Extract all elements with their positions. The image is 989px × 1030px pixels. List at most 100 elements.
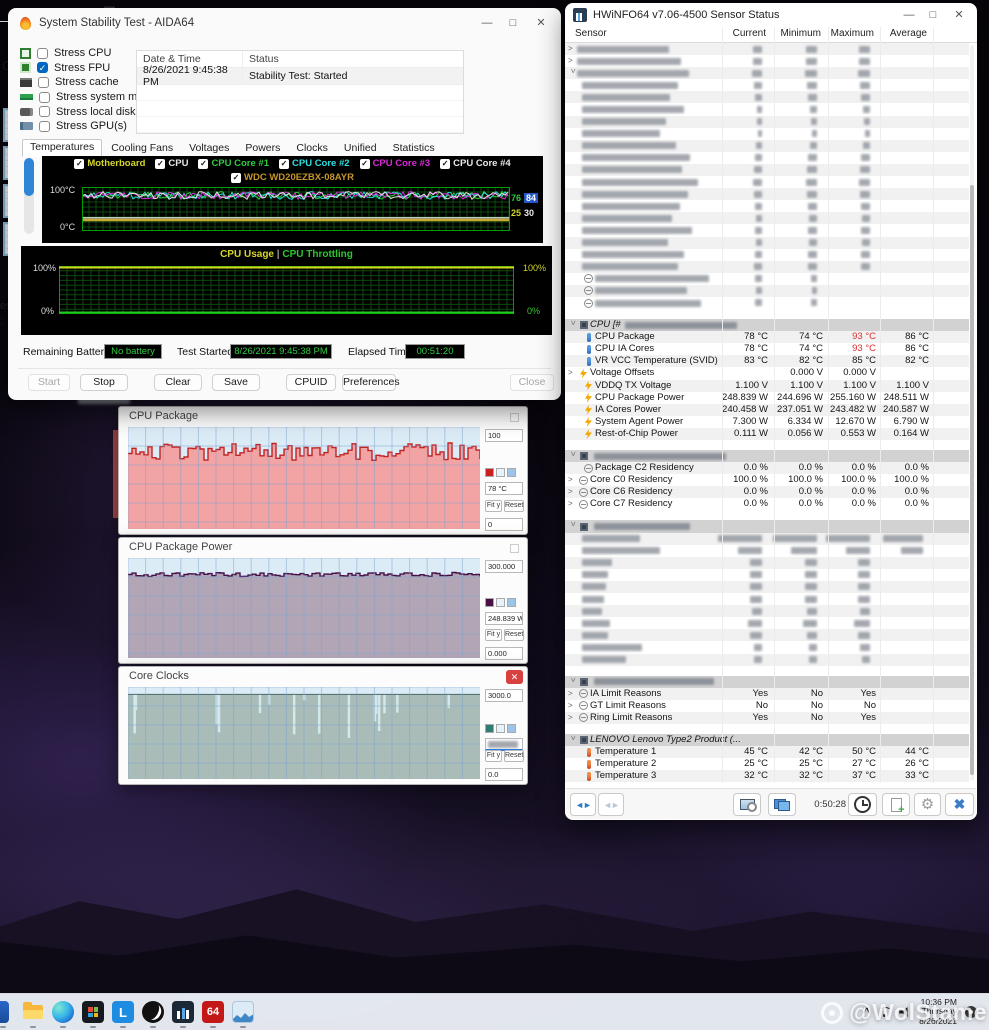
close-button[interactable]: ✕: [506, 670, 523, 684]
sensor-row-ia-limit-reasons[interactable]: >IA Limit ReasonsYesNoYes: [565, 688, 969, 700]
sensor-row-redacted[interactable]: >: [565, 43, 969, 55]
save-button[interactable]: Save: [212, 374, 260, 391]
system-summary-button[interactable]: [733, 793, 761, 816]
sensor-row-redacted[interactable]: [565, 249, 969, 261]
history-back-forward-button[interactable]: ◄►: [570, 793, 596, 816]
scrollbar-thumb[interactable]: [24, 158, 34, 196]
col-maximum[interactable]: Maximum: [828, 28, 878, 39]
sensor-row-redacted[interactable]: [565, 128, 969, 140]
tab-unified[interactable]: Unified: [337, 141, 384, 157]
checkbox-stress-cpu[interactable]: [37, 48, 48, 59]
legend-cpu[interactable]: ✓CPU: [155, 158, 188, 169]
taskbar-button-explorer[interactable]: [18, 994, 48, 1030]
sensor-row-redacted[interactable]: [565, 297, 969, 309]
taskbar-button-hwinfo[interactable]: [168, 994, 198, 1030]
sensor-row-redacted[interactable]: [565, 569, 969, 581]
log-row[interactable]: 8/26/2021 9:45:38 PM Stability Test: Sta…: [137, 68, 463, 85]
taskbar-button-aida64[interactable]: 64: [198, 994, 228, 1030]
legend-checkbox[interactable]: ✓: [360, 159, 370, 169]
maximize-button[interactable]: □: [501, 14, 525, 32]
preferences-button[interactable]: Preferences: [342, 374, 396, 391]
taskbar-button-partial[interactable]: [0, 994, 18, 1030]
close-button[interactable]: ✕: [947, 6, 971, 24]
checkbox-stress-fpu[interactable]: ✓: [37, 62, 48, 73]
sensor-row-redacted[interactable]: [565, 79, 969, 91]
sensor-row-redacted[interactable]: [565, 533, 969, 545]
checkbox-stress-cache[interactable]: [38, 77, 49, 88]
taskbar-button-xbox[interactable]: [138, 994, 168, 1030]
legend-checkbox[interactable]: ✓: [440, 159, 450, 169]
expand-arrow-icon[interactable]: >: [568, 43, 577, 55]
sensor-row-redacted[interactable]: [565, 164, 969, 176]
swatch[interactable]: [507, 724, 516, 733]
expand-arrow-icon[interactable]: >: [568, 474, 577, 486]
collapse-arrow-icon[interactable]: >: [566, 677, 578, 686]
legend-checkbox[interactable]: ✓: [155, 159, 165, 169]
taskbar-button-edge[interactable]: [48, 994, 78, 1030]
collapse-arrow-icon[interactable]: >: [566, 452, 578, 461]
sensor-row-redacted[interactable]: [565, 617, 969, 629]
clear-button[interactable]: Clear: [154, 374, 202, 391]
sensor-row-vddq-tx-voltage[interactable]: VDDQ TX Voltage1.100 V1.100 V1.100 V1.10…: [565, 380, 969, 392]
sensor-row-redacted[interactable]: [565, 261, 969, 273]
report-button[interactable]: [882, 793, 910, 816]
fit-y-button[interactable]: Fit y: [485, 629, 502, 641]
legend-checkbox[interactable]: ✓: [198, 159, 208, 169]
sensor-row-ia-cores-power[interactable]: IA Cores Power240.458 W237.051 W243.482 …: [565, 404, 969, 416]
sensor-row-redacted[interactable]: [565, 224, 969, 236]
legend-wdc-wd20ezbx-08ayr[interactable]: ✓WDC WD20EZBX-08AYR: [231, 172, 354, 183]
sensor-row-vr-vcc-temperature-svid[interactable]: VR VCC Temperature (SVID)83 °C82 °C85 °C…: [565, 355, 969, 367]
taskbar-button-store[interactable]: [78, 994, 108, 1030]
col-sensor[interactable]: Sensor: [575, 28, 607, 39]
sensor-row-redacted[interactable]: [565, 176, 969, 188]
tab-clocks[interactable]: Clocks: [289, 141, 335, 157]
sensor-row-redacted[interactable]: [565, 116, 969, 128]
sensor-row-redacted[interactable]: [565, 545, 969, 557]
expand-arrow-icon[interactable]: >: [568, 367, 577, 379]
checkbox-stress-gpu-s[interactable]: [39, 121, 50, 132]
legend-checkbox[interactable]: ✓: [74, 159, 84, 169]
sensor-row-redacted[interactable]: [565, 188, 969, 200]
expand-arrow-icon[interactable]: >: [568, 498, 577, 510]
swatch[interactable]: [485, 724, 494, 733]
settings-button[interactable]: ⚙: [914, 793, 941, 816]
swatch[interactable]: [496, 468, 505, 477]
taskbar-button-perfmon[interactable]: [228, 994, 258, 1030]
sensor-row-redacted[interactable]: [565, 654, 969, 666]
fit-y-button[interactable]: Fit y: [485, 750, 502, 762]
reset-button[interactable]: Reset: [504, 750, 524, 762]
swatch[interactable]: [507, 468, 516, 477]
col-average[interactable]: Average: [880, 28, 931, 39]
sensor-row-core-c7-residency[interactable]: >Core C7 Residency0.0 %0.0 %0.0 %0.0 %: [565, 498, 969, 510]
collapse-arrow-icon[interactable]: >: [566, 321, 578, 330]
swatch[interactable]: [485, 468, 494, 477]
history-disabled-button[interactable]: ◄►: [598, 793, 624, 816]
sensor-row-redacted[interactable]: [565, 605, 969, 617]
sensor-row-redacted[interactable]: [565, 200, 969, 212]
legend-checkbox[interactable]: ✓: [231, 173, 241, 183]
graph-scrollbar[interactable]: [24, 158, 34, 234]
sensor-row-redacted[interactable]: >: [565, 67, 969, 79]
sensor-row-core-c0-residency[interactable]: >Core C0 Residency100.0 %100.0 %100.0 %1…: [565, 474, 969, 486]
section-header-lenovo-lenovo-type2-product[interactable]: >LENOVO Lenovo Type2 Product (...: [565, 734, 969, 746]
col-current[interactable]: Current: [722, 28, 770, 39]
checkbox-stress-system-memory[interactable]: [39, 92, 50, 103]
sensor-row-ring-limit-reasons[interactable]: >Ring Limit ReasonsYesNoYes: [565, 712, 969, 724]
close-button[interactable]: Close: [510, 374, 554, 391]
sensor-row-redacted[interactable]: [565, 237, 969, 249]
fit-y-button[interactable]: Fit y: [485, 500, 502, 512]
reset-button[interactable]: Reset: [504, 500, 524, 512]
sensor-row-redacted[interactable]: [565, 581, 969, 593]
sensor-row-redacted[interactable]: [565, 103, 969, 115]
sensor-row-redacted[interactable]: [565, 140, 969, 152]
reset-button[interactable]: Reset: [504, 629, 524, 641]
sensor-row-redacted[interactable]: [565, 91, 969, 103]
expand-arrow-icon[interactable]: >: [568, 55, 577, 67]
sensor-row-redacted[interactable]: [565, 629, 969, 641]
sensor-row-voltage-offsets[interactable]: >Voltage Offsets0.000 V0.000 V: [565, 367, 969, 379]
stop-button[interactable]: Stop: [80, 374, 128, 391]
sensor-row-rest-of-chip-power[interactable]: Rest-of-Chip Power0.111 W0.056 W0.553 W0…: [565, 428, 969, 440]
swatch[interactable]: [496, 724, 505, 733]
collapse-arrow-icon[interactable]: >: [566, 522, 578, 531]
tab-powers[interactable]: Powers: [238, 141, 287, 157]
